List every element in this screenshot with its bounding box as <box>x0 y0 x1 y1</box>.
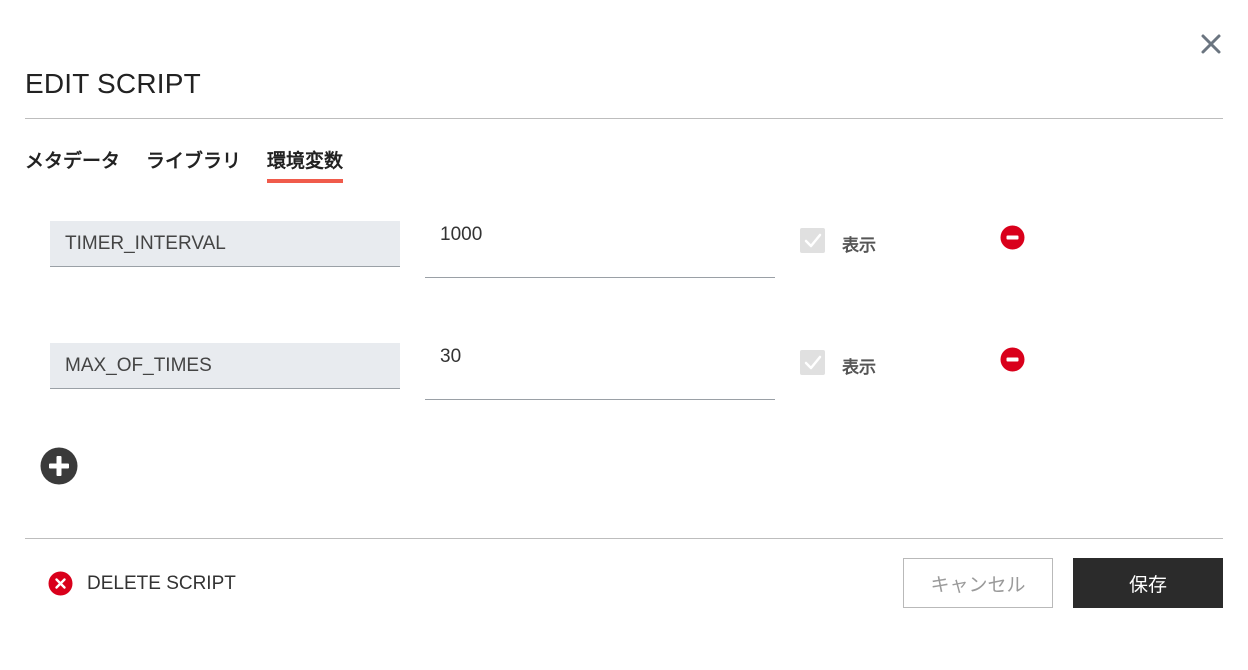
env-key-field[interactable]: TIMER_INTERVAL <box>50 221 400 267</box>
minus-circle-icon <box>1000 347 1025 372</box>
env-var-row: MAX_OF_TIMES 30 表示 <box>0 343 1248 403</box>
display-checkbox[interactable] <box>800 228 825 253</box>
env-key-field[interactable]: MAX_OF_TIMES <box>50 343 400 389</box>
dialog-title: EDIT SCRIPT <box>25 68 201 99</box>
checkmark-icon <box>804 233 822 248</box>
cancel-button[interactable]: キャンセル <box>903 558 1053 608</box>
env-value-field[interactable]: 1000 <box>425 221 775 278</box>
display-checkbox[interactable] <box>800 350 825 375</box>
tab-library[interactable]: ライブラリ <box>146 146 241 183</box>
remove-env-button[interactable] <box>1000 225 1025 250</box>
display-label: 表示 <box>842 358 876 378</box>
delete-script-button[interactable]: DELETE SCRIPT <box>48 571 236 596</box>
tab-metadata[interactable]: メタデータ <box>25 146 120 183</box>
checkmark-icon <box>804 355 822 370</box>
footer-divider <box>25 538 1223 539</box>
env-value-field[interactable]: 30 <box>425 343 775 400</box>
tab-env-vars[interactable]: 環境変数 <box>267 146 344 183</box>
save-button[interactable]: 保存 <box>1073 558 1223 608</box>
plus-circle-icon <box>40 447 78 485</box>
close-button[interactable] <box>1199 32 1223 56</box>
delete-script-label: DELETE SCRIPT <box>87 572 236 594</box>
header-divider <box>25 118 1223 119</box>
remove-env-button[interactable] <box>1000 347 1025 372</box>
minus-circle-icon <box>1000 225 1025 250</box>
close-icon <box>1201 34 1221 54</box>
tab-bar: メタデータ ライブラリ 環境変数 <box>25 146 344 183</box>
display-label: 表示 <box>842 236 876 256</box>
delete-icon <box>48 571 73 596</box>
add-env-button[interactable] <box>40 447 78 485</box>
env-var-row: TIMER_INTERVAL 1000 表示 <box>0 221 1248 281</box>
